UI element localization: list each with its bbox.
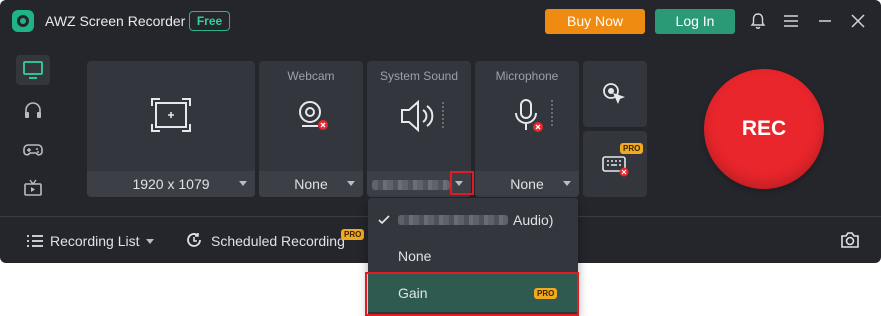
webcam-icon xyxy=(299,101,328,130)
free-badge: Free xyxy=(189,11,230,31)
screen-region-icon xyxy=(151,98,191,132)
check-icon xyxy=(378,215,390,225)
screen-area-card[interactable]: 1920 x 1079 xyxy=(87,61,255,197)
microphone-card[interactable]: Microphone None xyxy=(475,61,579,197)
gamepad-icon xyxy=(23,144,43,156)
bell-icon[interactable] xyxy=(748,11,768,31)
sidebar-item-screen[interactable] xyxy=(16,55,50,85)
cursor-effects-button[interactable] xyxy=(583,61,647,127)
cursor-click-icon xyxy=(603,83,625,104)
chevron-down-icon[interactable] xyxy=(146,239,154,244)
app-logo-icon xyxy=(12,10,34,32)
blurred-device-name xyxy=(372,180,450,190)
app-title: AWZ Screen Recorder xyxy=(45,13,186,29)
microphone-label: Microphone xyxy=(495,69,559,83)
monitor-icon xyxy=(23,61,43,79)
buy-now-button[interactable]: Buy Now xyxy=(545,9,645,34)
highlight-box xyxy=(365,272,579,316)
sidebar-item-audio[interactable] xyxy=(16,95,50,125)
chevron-down-icon[interactable] xyxy=(347,181,355,186)
sidebar-item-game[interactable] xyxy=(16,134,50,164)
list-icon xyxy=(27,235,43,247)
camera-icon[interactable] xyxy=(840,231,860,249)
webcam-select[interactable]: None xyxy=(259,171,363,197)
screen-size-value: 1920 x 1079 xyxy=(132,176,210,192)
recording-list-button[interactable]: Recording List xyxy=(50,233,140,249)
dropdown-item-audio-device[interactable]: Audio) xyxy=(368,202,578,238)
keystroke-button[interactable]: PRO xyxy=(583,131,647,197)
clock-icon xyxy=(187,233,201,247)
log-in-button[interactable]: Log In xyxy=(655,9,735,34)
highlight-box xyxy=(450,171,474,195)
webcam-label: Webcam xyxy=(287,69,335,83)
screen-size-select[interactable]: 1920 x 1079 xyxy=(87,171,255,197)
pro-badge: PRO xyxy=(620,143,644,154)
pro-badge: PRO xyxy=(341,229,365,240)
close-icon[interactable] xyxy=(848,11,868,31)
microphone-icon xyxy=(515,99,553,132)
chevron-down-icon[interactable] xyxy=(239,181,247,186)
menu-icon[interactable] xyxy=(781,11,801,31)
headphones-icon xyxy=(25,102,41,118)
blurred-device-name xyxy=(398,215,508,225)
rec-button[interactable]: REC xyxy=(704,69,824,189)
chevron-down-icon[interactable] xyxy=(563,181,571,186)
title-bar: AWZ Screen Recorder Free Buy Now Log In xyxy=(0,0,881,42)
speaker-icon xyxy=(401,99,444,133)
microphone-select[interactable]: None xyxy=(475,171,579,197)
keyboard-icon xyxy=(602,156,629,177)
webcam-card[interactable]: Webcam None xyxy=(259,61,363,197)
tv-icon xyxy=(24,179,42,196)
minimize-icon[interactable] xyxy=(815,11,835,31)
sidebar-item-tv[interactable] xyxy=(16,173,50,203)
dropdown-item-label: None xyxy=(398,248,432,264)
dropdown-item-none[interactable]: None xyxy=(368,238,578,274)
system-sound-label: System Sound xyxy=(379,69,459,83)
dropdown-item-label: Audio) xyxy=(513,212,554,228)
rec-label: REC xyxy=(741,117,787,140)
scheduled-recording-button[interactable]: Scheduled Recording xyxy=(211,233,345,249)
